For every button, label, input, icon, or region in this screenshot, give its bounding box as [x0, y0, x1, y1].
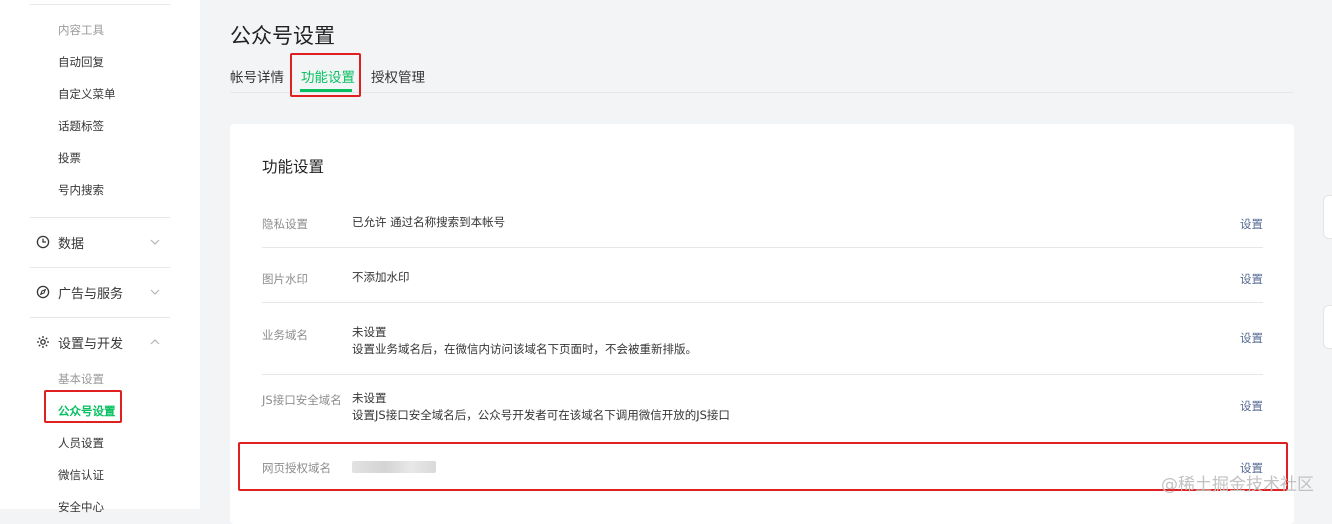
set-button[interactable]: 设置 [1240, 216, 1263, 232]
row-value: 已允许 通过名称搜索到本帐号 [352, 215, 506, 229]
sidebar-divider [30, 4, 170, 5]
sidebar-item-security-center[interactable]: 安全中心 [58, 499, 104, 515]
main-content: 公众号设置 帐号详情 功能设置 授权管理 功能设置 隐私设置 已允许 通过名称搜… [200, 0, 1332, 524]
row-value: 不添加水印 [352, 270, 410, 284]
settings-row-privacy: 隐私设置 已允许 通过名称搜索到本帐号 设置 [262, 204, 1263, 248]
sidebar-item-custom-menu[interactable]: 自定义菜单 [58, 86, 116, 102]
sidebar-section-content-tools: 内容工具 [58, 23, 104, 37]
tab-account-details[interactable]: 帐号详情 [230, 66, 284, 86]
gear-icon [36, 335, 50, 349]
row-label: 隐私设置 [262, 217, 308, 231]
sidebar-item-auto-reply[interactable]: 自动回复 [58, 54, 104, 70]
highlight-box [238, 442, 1288, 491]
highlight-box [290, 53, 361, 97]
set-button[interactable]: 设置 [1240, 398, 1263, 414]
row-description: 设置JS接口安全域名后，公众号开发者可在该域名下调用微信开放的JS接口 [352, 408, 730, 422]
side-widget-tab[interactable] [1323, 195, 1332, 239]
sidebar-group-label: 设置与开发 [58, 336, 124, 352]
chevron-down-icon [148, 285, 162, 299]
sidebar-group-ads[interactable]: 广告与服务 [36, 281, 166, 303]
sidebar-divider [30, 217, 170, 218]
page-title: 公众号设置 [230, 24, 335, 48]
tab-authorization[interactable]: 授权管理 [371, 66, 425, 86]
watermark: @稀土掘金技术社区 [1161, 475, 1314, 495]
chevron-up-icon [148, 335, 162, 349]
sidebar-item-vote[interactable]: 投票 [58, 150, 81, 166]
tab-bar: 帐号详情 功能设置 授权管理 [230, 56, 1293, 93]
settings-row-watermark: 图片水印 不添加水印 设置 [262, 248, 1263, 303]
row-label: 业务域名 [262, 328, 308, 342]
compass-icon [36, 285, 50, 299]
sidebar-group-settings[interactable]: 设置与开发 [36, 331, 166, 353]
sidebar-group-data[interactable]: 数据 [36, 231, 166, 253]
sidebar-section-basic-settings: 基本设置 [58, 372, 104, 386]
set-button[interactable]: 设置 [1240, 330, 1263, 346]
row-value: 未设置 [352, 391, 387, 405]
sidebar-item-staff-settings[interactable]: 人员设置 [58, 435, 104, 451]
sidebar-item-wechat-verification[interactable]: 微信认证 [58, 467, 104, 483]
card-title: 功能设置 [262, 158, 325, 176]
set-button[interactable]: 设置 [1240, 271, 1263, 287]
sidebar-item-topic-tags[interactable]: 话题标签 [58, 118, 104, 134]
settings-row-business-domain: 业务域名 未设置 设置业务域名后，在微信内访问该域名下页面时，不会被重新排版。 … [262, 303, 1263, 375]
sidebar-group-label: 广告与服务 [58, 286, 124, 302]
row-label: JS接口安全域名 [262, 393, 342, 407]
highlight-box [44, 390, 122, 423]
row-label: 图片水印 [262, 272, 308, 286]
chevron-down-icon [148, 235, 162, 249]
sidebar-item-in-account-search[interactable]: 号内搜索 [58, 182, 104, 198]
sidebar-divider [30, 267, 170, 268]
side-widget-tab[interactable] [1323, 305, 1332, 349]
sidebar-group-label: 数据 [58, 236, 85, 252]
sidebar: 内容工具 自动回复 自定义菜单 话题标签 投票 号内搜索 数据 广告与服务 设置… [0, 0, 200, 514]
row-description: 设置业务域名后，在微信内访问该域名下页面时，不会被重新排版。 [352, 342, 697, 356]
sidebar-divider [30, 317, 170, 318]
row-value: 未设置 [352, 325, 387, 339]
clock-icon [36, 235, 50, 249]
settings-row-js-domain: JS接口安全域名 未设置 设置JS接口安全域名后，公众号开发者可在该域名下调用微… [262, 375, 1263, 442]
